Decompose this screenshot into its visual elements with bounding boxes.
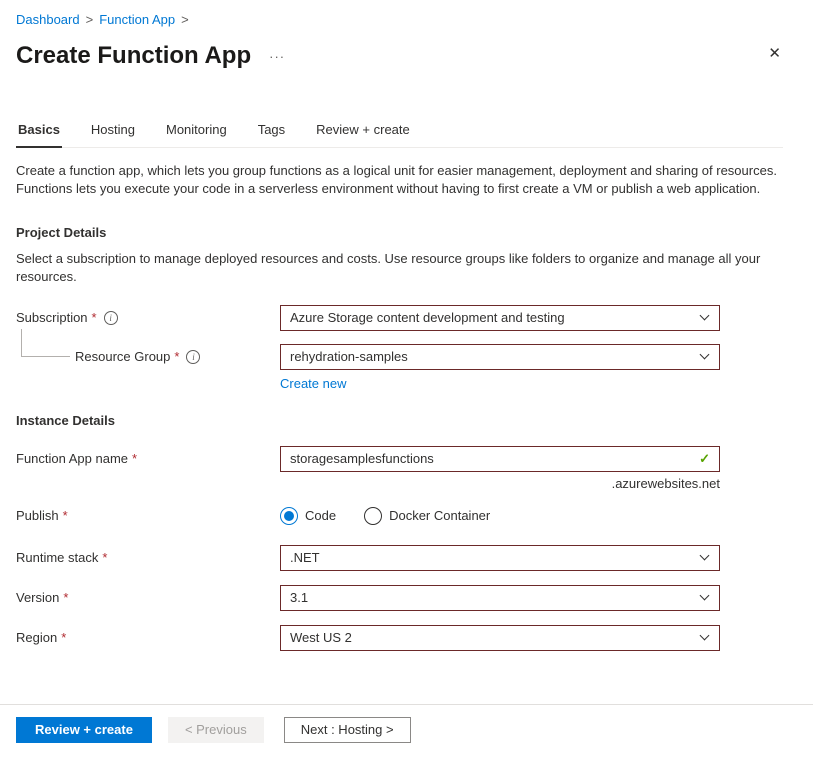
create-function-app-page: Dashboard > Function App > Create Function … — [0, 0, 813, 651]
region-value: West US 2 — [290, 630, 352, 645]
previous-button[interactable]: < Previous — [168, 717, 264, 743]
version-value: 3.1 — [290, 590, 308, 605]
tab-strip: Basics Hosting Monitoring Tags Review + … — [16, 116, 783, 148]
version-label-cell: Version * — [16, 590, 280, 605]
instance-details-form: Function App name * storagesamplesfuncti… — [16, 446, 783, 651]
more-options-icon[interactable]: ··· — [269, 49, 285, 64]
close-icon[interactable]: ✕ — [768, 44, 781, 62]
basics-form: Subscription * i Azure Storage content d… — [16, 305, 783, 651]
tab-review-create[interactable]: Review + create — [314, 116, 412, 147]
publish-row: Publish * Code Docker Container — [16, 507, 783, 525]
create-new-link[interactable]: Create new — [280, 376, 346, 391]
subscription-label-cell: Subscription * i — [16, 310, 280, 325]
required-asterisk: * — [63, 508, 68, 523]
domain-suffix: .azurewebsites.net — [280, 476, 720, 491]
project-details-description: Select a subscription to manage deployed… — [16, 250, 783, 287]
version-dropdown[interactable]: 3.1 — [280, 585, 720, 611]
region-control-cell: West US 2 — [280, 625, 720, 651]
subscription-dropdown[interactable]: Azure Storage content development and te… — [280, 305, 720, 331]
function-app-name-input[interactable]: storagesamplesfunctions ✓ — [280, 446, 720, 472]
required-asterisk: * — [102, 550, 107, 565]
resource-group-row: Resource Group * i rehydration-samples — [16, 344, 783, 370]
region-label: Region — [16, 630, 57, 645]
function-app-name-value: storagesamplesfunctions — [290, 451, 434, 466]
tab-hosting[interactable]: Hosting — [89, 116, 137, 147]
radio-docker-container[interactable]: Docker Container — [364, 507, 490, 525]
required-asterisk: * — [132, 451, 137, 466]
info-icon[interactable]: i — [104, 311, 118, 325]
section-heading-instance-details: Instance Details — [16, 413, 783, 428]
runtime-stack-label: Runtime stack — [16, 550, 98, 565]
function-app-name-label-cell: Function App name * — [16, 451, 280, 466]
domain-suffix-row: .azurewebsites.net — [16, 476, 783, 491]
radio-code[interactable]: Code — [280, 507, 336, 525]
runtime-stack-control-cell: .NET — [280, 545, 720, 571]
version-row: Version * 3.1 — [16, 585, 783, 611]
breadcrumb: Dashboard > Function App > — [16, 12, 783, 28]
resource-group-value: rehydration-samples — [290, 349, 408, 364]
chevron-down-icon — [700, 350, 710, 360]
required-asterisk: * — [174, 349, 179, 364]
subscription-label: Subscription — [16, 310, 88, 325]
resource-group-dropdown[interactable]: rehydration-samples — [280, 344, 720, 370]
publish-control-cell: Code Docker Container — [280, 507, 720, 525]
required-asterisk: * — [63, 590, 68, 605]
footer-action-bar: Review + create < Previous Next : Hostin… — [0, 704, 813, 763]
title-row: Create Function App ··· — [16, 40, 783, 72]
chevron-down-icon — [700, 551, 710, 561]
chevron-down-icon — [700, 631, 710, 641]
subscription-row: Subscription * i Azure Storage content d… — [16, 305, 783, 331]
runtime-stack-dropdown[interactable]: .NET — [280, 545, 720, 571]
resource-group-label: Resource Group — [75, 349, 170, 364]
chevron-down-icon — [700, 311, 710, 321]
intro-text: Create a function app, which lets you gr… — [16, 162, 783, 199]
region-label-cell: Region * — [16, 630, 280, 645]
tab-tags[interactable]: Tags — [256, 116, 287, 147]
publish-radio-group: Code Docker Container — [280, 507, 720, 525]
required-asterisk: * — [61, 630, 66, 645]
info-icon[interactable]: i — [186, 350, 200, 364]
next-hosting-button[interactable]: Next : Hosting > — [284, 717, 411, 743]
resource-group-connector — [21, 329, 70, 357]
region-dropdown[interactable]: West US 2 — [280, 625, 720, 651]
create-new-cell: Create new — [280, 376, 720, 391]
chevron-down-icon — [700, 591, 710, 601]
breadcrumb-link-dashboard[interactable]: Dashboard — [16, 12, 80, 27]
tab-basics[interactable]: Basics — [16, 116, 62, 148]
runtime-stack-value: .NET — [290, 550, 320, 565]
resource-group-control-cell: rehydration-samples — [280, 344, 720, 370]
radio-code-label: Code — [305, 508, 336, 523]
runtime-stack-row: Runtime stack * .NET — [16, 545, 783, 571]
publish-label-cell: Publish * — [16, 508, 280, 523]
version-control-cell: 3.1 — [280, 585, 720, 611]
radio-dot — [284, 511, 294, 521]
radio-icon — [364, 507, 382, 525]
version-label: Version — [16, 590, 59, 605]
function-app-name-control-cell: storagesamplesfunctions ✓ — [280, 446, 720, 472]
function-app-name-label: Function App name — [16, 451, 128, 466]
create-new-row: Create new — [16, 376, 783, 391]
subscription-value: Azure Storage content development and te… — [290, 310, 565, 325]
tab-monitoring[interactable]: Monitoring — [164, 116, 229, 147]
section-heading-project-details: Project Details — [16, 225, 783, 240]
runtime-stack-label-cell: Runtime stack * — [16, 550, 280, 565]
page-title: Create Function App — [16, 40, 251, 72]
region-row: Region * West US 2 — [16, 625, 783, 651]
required-asterisk: * — [92, 310, 97, 325]
function-app-name-row: Function App name * storagesamplesfuncti… — [16, 446, 783, 472]
radio-docker-label: Docker Container — [389, 508, 490, 523]
publish-label: Publish — [16, 508, 59, 523]
review-create-button[interactable]: Review + create — [16, 717, 152, 743]
radio-icon — [280, 507, 298, 525]
subscription-control-cell: Azure Storage content development and te… — [280, 305, 720, 331]
breadcrumb-separator: > — [181, 12, 189, 27]
breadcrumb-link-function-app[interactable]: Function App — [99, 12, 175, 27]
check-icon: ✓ — [699, 451, 710, 467]
breadcrumb-separator: > — [86, 12, 94, 27]
